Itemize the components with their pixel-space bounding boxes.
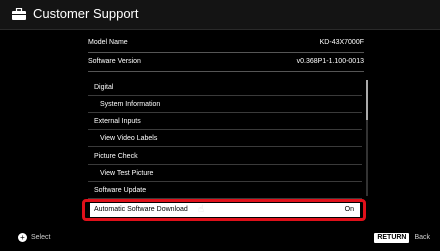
footer-back-hint: RETURN Back <box>374 232 430 244</box>
menu-item-label: Software Update <box>94 187 147 194</box>
menu-item-label: View Video Labels <box>100 135 158 142</box>
menu-item-label: Picture Check <box>94 153 138 160</box>
menu-item-system-information[interactable]: System Information <box>88 96 362 113</box>
software-version-label: Software Version <box>88 58 141 65</box>
menu-item-digital[interactable]: Digital <box>88 79 362 96</box>
automatic-software-download-row[interactable]: Automatic Software Download On <box>90 203 360 217</box>
scrollbar[interactable] <box>366 80 368 196</box>
divider <box>88 71 364 72</box>
select-label: Select <box>30 234 51 241</box>
menu-item-label: Digital <box>94 84 114 91</box>
software-version-value: v0.368P1-1.100-0013 <box>296 58 364 65</box>
briefcase-icon <box>12 8 26 20</box>
menu-item-external-inputs[interactable]: External Inputs <box>88 113 362 130</box>
menu-item-label: View Test Picture <box>100 170 154 177</box>
pointer-cursor-icon: ☝ <box>198 204 205 215</box>
menu-item-software-update[interactable]: Software Update <box>88 182 362 199</box>
automatic-software-download-value: On <box>344 206 354 213</box>
model-name-row: Model Name KD-43X7000F <box>88 35 364 51</box>
back-label: Back <box>414 234 430 241</box>
model-name-label: Model Name <box>88 39 128 46</box>
menu-item-label: System Information <box>100 101 161 108</box>
divider <box>88 52 364 53</box>
automatic-software-download-label: Automatic Software Download <box>94 206 188 213</box>
menu-item-picture-check[interactable]: Picture Check <box>88 148 362 165</box>
menu-item-view-test-picture[interactable]: View Test Picture <box>88 165 362 182</box>
menu-item-view-video-labels[interactable]: View Video Labels <box>88 130 362 147</box>
menu-item-label: External Inputs <box>94 118 141 125</box>
title-bar: Customer Support <box>0 0 440 30</box>
page-title: Customer Support <box>33 6 139 21</box>
select-button-icon: + <box>18 232 27 242</box>
footer-select-hint: + Select <box>18 232 50 244</box>
software-version-row: Software Version v0.368P1-1.100-0013 <box>88 54 364 70</box>
return-button-icon[interactable]: RETURN <box>374 233 410 243</box>
model-name-value: KD-43X7000F <box>319 39 364 46</box>
scrollbar-thumb[interactable] <box>366 80 368 120</box>
